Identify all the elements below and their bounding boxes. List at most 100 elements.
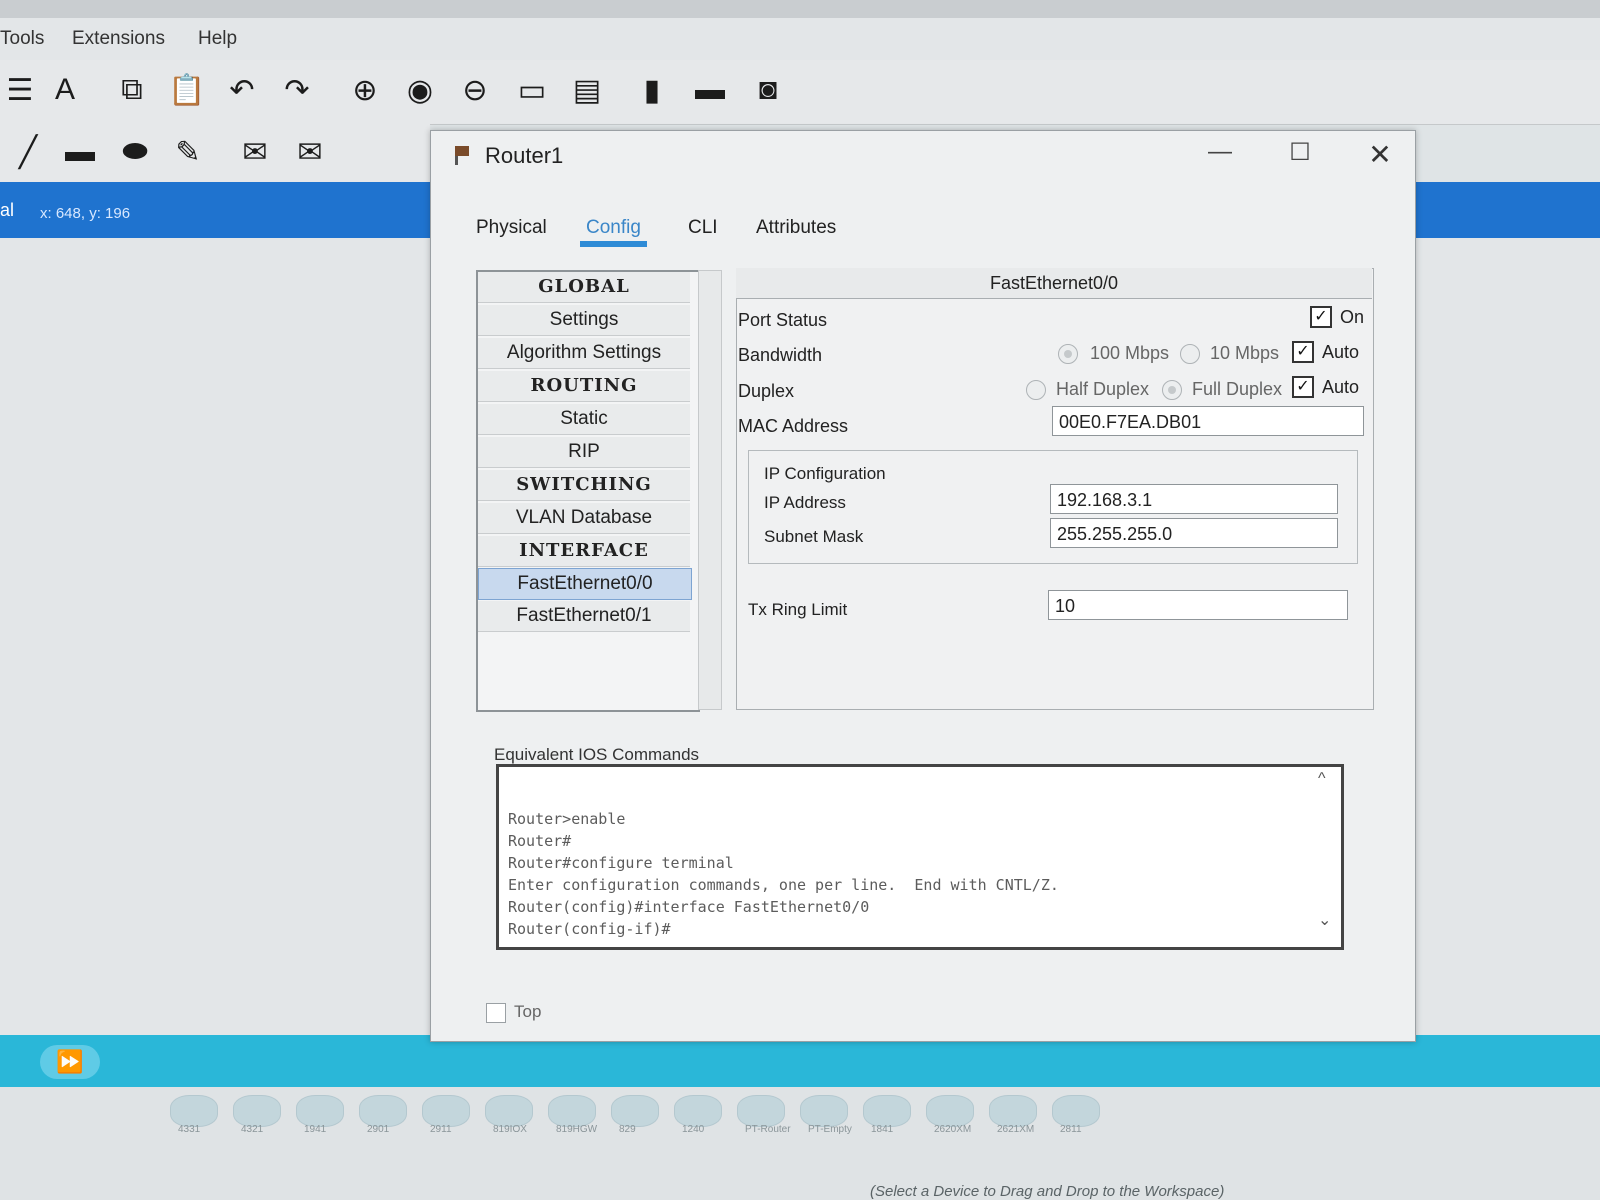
bandwidth-label: Bandwidth — [738, 345, 823, 365]
device-label: PT-Router — [745, 1124, 791, 1135]
menu-bar: Tools Extensions Help — [0, 18, 1600, 60]
config-nav-list: GLOBAL Settings Algorithm Settings ROUTI… — [476, 270, 700, 712]
ip-address-field[interactable]: 192.168.3.1 — [1050, 484, 1338, 514]
device-label: 2911 — [430, 1124, 452, 1135]
nav-item-fastethernet0-0[interactable]: FastEthernet0/0 — [478, 568, 692, 600]
zoom-out-icon[interactable]: ⊖ — [455, 70, 495, 110]
rectangle-tool-icon[interactable]: ▬ — [60, 132, 100, 172]
interface-title: FastEthernet0/0 — [736, 268, 1372, 299]
cloud-icon[interactable]: ◙ — [748, 70, 788, 110]
device-label: 2621XM — [997, 1124, 1035, 1135]
redo-icon[interactable]: ↷ — [277, 70, 317, 110]
tab-physical[interactable]: Physical — [470, 215, 553, 241]
full-duplex-radio[interactable] — [1162, 380, 1182, 400]
zoom-in-icon[interactable]: ⊕ — [345, 70, 385, 110]
device-icon[interactable] — [737, 1095, 785, 1127]
undo-icon[interactable]: ↶ — [222, 70, 262, 110]
simple-pdu-icon[interactable]: ✉ — [235, 132, 275, 172]
menu-extensions[interactable]: Extensions — [72, 28, 165, 50]
device-icon[interactable] — [611, 1095, 659, 1127]
device-icon[interactable] — [170, 1095, 218, 1127]
top-checkbox[interactable] — [486, 1003, 506, 1023]
device-label: 819HGW — [556, 1124, 598, 1135]
device-label: 2901 — [367, 1124, 390, 1135]
port-status-on-label: On — [1340, 307, 1365, 327]
bandwidth-auto-checkbox[interactable]: ✓ — [1292, 341, 1314, 363]
port-status-label: Port Status — [738, 310, 828, 330]
device-icon[interactable] — [296, 1095, 344, 1127]
nav-item-rip[interactable]: RIP — [478, 437, 690, 468]
ellipse-tool-icon[interactable]: ⬬ — [115, 132, 155, 172]
line-tool-icon[interactable]: ╱ — [8, 132, 48, 172]
mac-address-field[interactable]: 00E0.F7EA.DB01 — [1052, 406, 1364, 436]
ios-commands-text: Router>enable Router# Router#configure t… — [508, 810, 1059, 938]
freeform-tool-icon[interactable]: ✎ — [168, 132, 208, 172]
workspace-mode-label: al — [0, 200, 15, 220]
bandwidth-auto-label: Auto — [1322, 342, 1360, 362]
tx-ring-limit-label: Tx Ring Limit — [748, 600, 848, 619]
bandwidth-10-label: 10 Mbps — [1210, 343, 1280, 363]
tx-ring-limit-field[interactable]: 10 — [1048, 590, 1348, 620]
complex-pdu-icon[interactable]: ✉ — [290, 132, 330, 172]
switch-icon[interactable]: ▬ — [690, 70, 730, 110]
device-icon[interactable] — [926, 1095, 974, 1127]
device-label: 2620XM — [934, 1124, 972, 1135]
duplex-auto-label: Auto — [1322, 377, 1360, 397]
port-status-checkbox[interactable]: ✓ — [1310, 306, 1332, 328]
maximize-button[interactable]: ☐ — [1280, 138, 1320, 172]
bandwidth-10-radio[interactable] — [1180, 344, 1200, 364]
dialog-title: Router1 — [485, 143, 564, 168]
device-icon[interactable] — [1052, 1095, 1100, 1127]
tab-cli[interactable]: CLI — [682, 215, 724, 241]
nav-item-static[interactable]: Static — [478, 404, 690, 435]
tab-attributes[interactable]: Attributes — [750, 215, 842, 241]
bandwidth-100-radio[interactable] — [1058, 344, 1078, 364]
scroll-up-icon[interactable]: ^ — [1318, 770, 1326, 788]
fast-forward-button[interactable]: ⏩ — [40, 1045, 100, 1079]
network-info-icon[interactable]: A — [45, 70, 85, 110]
device-icon[interactable] — [989, 1095, 1037, 1127]
subnet-mask-field[interactable]: 255.255.255.0 — [1050, 518, 1338, 548]
zoom-reset-icon[interactable]: ◉ — [400, 70, 440, 110]
ip-address-label: IP Address — [764, 493, 846, 512]
nav-heading-routing: ROUTING — [478, 371, 690, 402]
device-label: 2811 — [1060, 1124, 1082, 1135]
copy-icon[interactable]: ⧉ — [112, 70, 152, 110]
tab-config[interactable]: Config — [580, 215, 647, 247]
nav-item-vlan-database[interactable]: VLAN Database — [478, 503, 690, 534]
custom-device-icon[interactable]: ▤ — [567, 70, 607, 110]
nav-scrollbar[interactable] — [698, 270, 722, 710]
device-icon[interactable] — [359, 1095, 407, 1127]
menu-tools[interactable]: Tools — [0, 28, 44, 50]
scroll-down-icon[interactable]: ⌄ — [1318, 910, 1331, 930]
paste-icon[interactable]: 📋 — [167, 70, 207, 110]
nav-heading-switching: SWITCHING — [478, 470, 690, 501]
duplex-auto-checkbox[interactable]: ✓ — [1292, 376, 1314, 398]
device-icon[interactable] — [233, 1095, 281, 1127]
device-icon[interactable] — [863, 1095, 911, 1127]
server-icon[interactable]: ▮ — [632, 70, 672, 110]
nav-item-fastethernet0-1[interactable]: FastEthernet0/1 — [478, 601, 690, 632]
minimize-button[interactable]: — — [1200, 138, 1240, 172]
ip-configuration-label: IP Configuration — [764, 464, 886, 483]
close-button[interactable]: ✕ — [1360, 138, 1400, 172]
half-duplex-radio[interactable] — [1026, 380, 1046, 400]
nav-heading-global: GLOBAL — [478, 272, 690, 303]
menu-help[interactable]: Help — [198, 28, 237, 50]
device-icon[interactable] — [548, 1095, 596, 1127]
activity-wizard-icon[interactable]: ☰ — [0, 70, 40, 110]
device-icon[interactable] — [674, 1095, 722, 1127]
device-icon[interactable] — [485, 1095, 533, 1127]
ios-commands-label: Equivalent IOS Commands — [494, 745, 700, 764]
device-icon[interactable] — [422, 1095, 470, 1127]
device-label: 4321 — [241, 1124, 264, 1135]
main-toolbar: ☰ A ⧉ 📋 ↶ ↷ ⊕ ◉ ⊖ ▭ ▤ ▮ ▬ ◙ — [0, 60, 1600, 125]
bandwidth-100-label: 100 Mbps — [1090, 343, 1170, 363]
top-checkbox-label: Top — [514, 1002, 542, 1021]
palette-icon[interactable]: ▭ — [512, 70, 552, 110]
device-icon[interactable] — [800, 1095, 848, 1127]
status-message: (Select a Device to Drag and Drop to the… — [870, 1183, 1225, 1200]
nav-item-settings[interactable]: Settings — [478, 305, 690, 336]
nav-item-algorithm-settings[interactable]: Algorithm Settings — [478, 338, 690, 369]
half-duplex-label: Half Duplex — [1056, 379, 1150, 399]
